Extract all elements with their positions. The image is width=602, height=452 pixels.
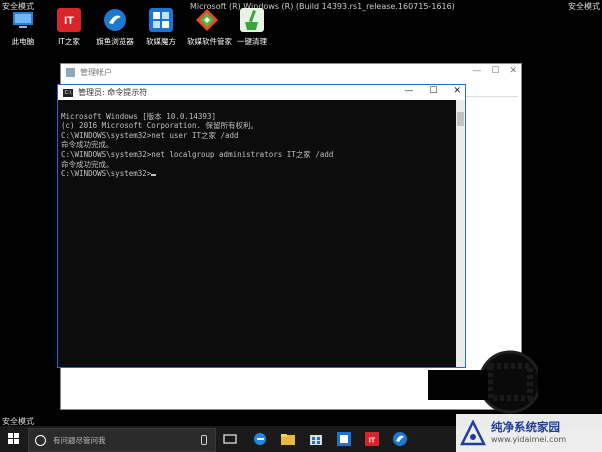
window-title: 管理员: 命令提示符 — [78, 88, 148, 97]
watermark-url: www.yidaimei.com — [491, 435, 567, 444]
ithome-icon[interactable]: IT — [364, 431, 380, 447]
minimize-button[interactable]: — — [472, 66, 481, 76]
desktop-icon-label: 软媒软件管家 — [187, 37, 232, 46]
window-title: 管理帐户 — [80, 67, 112, 77]
minimize-button[interactable]: — — [404, 86, 413, 96]
manage-accounts-titlebar[interactable]: 管理帐户 — [61, 64, 521, 80]
rubik-icon[interactable] — [336, 431, 352, 447]
scrollbar-thumb[interactable] — [457, 112, 464, 126]
maximize-button[interactable]: ☐ — [429, 86, 437, 96]
ithome-icon: IT — [57, 8, 81, 32]
desktop-icon-cleanup[interactable]: 一键清理 — [232, 8, 272, 47]
search-placeholder: 有问题尽管问我 — [53, 435, 106, 445]
console-line: C:\WINDOWS\system32>net localgroup admin… — [61, 149, 334, 159]
stamp-watermark — [428, 350, 538, 414]
cortana-icon — [35, 434, 46, 446]
console-line: Microsoft Windows [版本 10.0.14393] — [61, 111, 216, 121]
site-logo — [460, 420, 486, 446]
task-view-icon[interactable] — [222, 431, 238, 447]
start-button[interactable] — [8, 433, 20, 445]
svg-text:IT: IT — [369, 438, 376, 445]
desktop-icon-software-manager[interactable]: 软媒软件管家 — [187, 8, 232, 47]
watermark-title: 纯净系统家园 — [491, 420, 560, 434]
console-line: C:\WINDOWS\system32>net user IT之家 /add — [61, 130, 239, 140]
desktop-icon-label: 一键清理 — [237, 37, 267, 46]
computer-icon — [11, 8, 35, 32]
maximize-button[interactable]: ☐ — [491, 66, 499, 76]
command-prompt-window[interactable]: C:\ 管理员: 命令提示符 — ☐ ✕ Microsoft Windows [… — [57, 84, 466, 368]
store-icon[interactable] — [308, 431, 324, 447]
command-prompt-titlebar[interactable]: C:\ 管理员: 命令提示符 — ☐ ✕ — [58, 85, 465, 100]
browser-icon[interactable] — [392, 431, 408, 447]
desktop-icon-label: IT之家 — [58, 37, 80, 46]
broom-icon — [240, 8, 264, 32]
close-button[interactable]: ✕ — [453, 86, 461, 96]
desktop-icon-ithome[interactable]: IT IT之家 — [49, 8, 89, 47]
search-box[interactable]: 有问题尽管问我 — [28, 428, 216, 452]
desktop-icon-rubik[interactable]: 软媒魔方 — [141, 8, 181, 47]
accounts-icon — [66, 67, 75, 77]
software-manager-icon — [195, 8, 219, 32]
file-explorer-icon[interactable] — [280, 431, 296, 447]
console-line: (c) 2016 Microsoft Corporation. 保留所有权利。 — [61, 121, 258, 131]
console-line: 命令成功完成。 — [61, 140, 114, 150]
microphone-icon[interactable] — [201, 435, 207, 445]
close-button[interactable]: ✕ — [509, 66, 517, 76]
desktop-icon-this-pc[interactable]: 此电脑 — [3, 8, 43, 47]
console-line: 命令成功完成。 — [61, 159, 114, 169]
text-cursor — [151, 174, 157, 177]
desktop-icon-label: 此电脑 — [11, 37, 35, 46]
vertical-scrollbar[interactable] — [456, 100, 465, 367]
svg-text:IT: IT — [64, 15, 74, 27]
edge-icon[interactable] — [252, 431, 268, 447]
desktop-icon-label: 旗鱼浏览器 — [96, 37, 134, 46]
console-prompt: C:\WINDOWS\system32> — [61, 169, 152, 179]
watermark-badge: 纯净系统家园 www.yidaimei.com — [456, 414, 602, 452]
rubik-icon — [149, 8, 173, 32]
build-info-text: Microsoft (R) Windows (R) (Build 14393.r… — [190, 2, 455, 11]
desktop-icon-label: 软媒魔方 — [146, 37, 176, 46]
desktop-icon-browser[interactable]: 旗鱼浏览器 — [95, 8, 135, 47]
safe-mode-label-top-right: 安全模式 — [568, 2, 600, 11]
browser-icon — [103, 8, 127, 32]
cmd-icon: C:\ — [63, 88, 73, 97]
console-output[interactable]: Microsoft Windows [版本 10.0.14393] (c) 201… — [58, 100, 455, 367]
